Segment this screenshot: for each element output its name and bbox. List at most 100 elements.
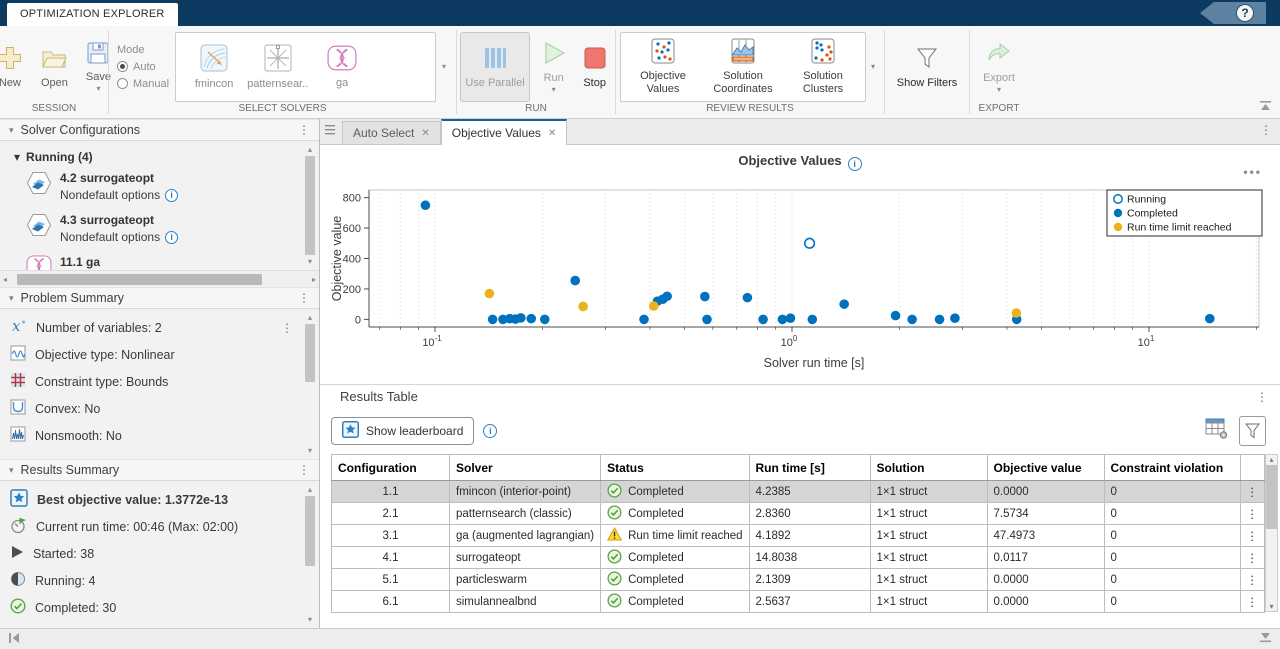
solver-config-item[interactable]: 4.2 surrogateopt Nondefault options i (14, 167, 319, 209)
doc-tab-auto-select[interactable]: Auto Select✕ (342, 121, 441, 144)
table-row[interactable]: 6.1simulannealbnd Completed 2.56371×1 st… (332, 591, 1265, 613)
options-info-icon[interactable]: i (165, 231, 178, 244)
solver-config-item[interactable]: 4.3 surrogateopt Nondefault options i (14, 209, 319, 251)
solver-gallery: fminconpatternsear...ga (175, 32, 436, 102)
solution-clusters-button[interactable]: SolutionClusters (783, 38, 863, 96)
objective-values-button[interactable]: ObjectiveValues (623, 38, 703, 96)
row-menu-icon[interactable]: ⋮ (1240, 569, 1265, 591)
review-gallery-dropdown[interactable]: ▾ (866, 32, 880, 102)
collapse-ribbon-button[interactable] (1259, 100, 1272, 114)
mode-auto-radio[interactable]: Auto (117, 61, 169, 73)
solver-ga[interactable]: ga (310, 45, 374, 89)
table-row[interactable]: 3.1ga (augmented lagrangian) Run time li… (332, 525, 1265, 547)
close-tab-icon[interactable]: ✕ (421, 128, 429, 139)
options-info-icon[interactable]: i (165, 189, 178, 202)
column-header-objective-value[interactable]: Objective value (987, 455, 1104, 481)
run-dropdown-arrow[interactable]: ▾ (552, 87, 556, 93)
results-table-menu-icon[interactable]: ⋮ (1256, 392, 1268, 402)
stop-button[interactable]: Stop (578, 42, 612, 92)
column-header-solver[interactable]: Solver (450, 455, 601, 481)
export-label: EXPORT (970, 103, 1028, 118)
chart-svg[interactable]: 020040060080010-1100101Solver run time [… (329, 157, 1279, 384)
solver-configurations-panel: ▾Running (4) 4.2 surrogateopt Nondefault… (0, 141, 319, 287)
problem-summary-vscrollbar[interactable]: ▴▾ (303, 313, 317, 455)
nonsmooth-icon (10, 426, 26, 445)
row-menu-icon[interactable]: ⋮ (1240, 481, 1265, 503)
problem-summary-item[interactable]: Objective type: Nonlinear (0, 341, 319, 368)
use-parallel-icon (482, 45, 508, 74)
solver-gallery-dropdown[interactable]: ▾ (436, 32, 452, 102)
export-dropdown-arrow[interactable]: ▾ (997, 87, 1001, 93)
export-button[interactable]: Export ▾ (978, 37, 1020, 96)
mode-manual-radio[interactable]: Manual (117, 78, 169, 90)
results-summary-vscrollbar[interactable]: ▴▾ (303, 485, 317, 624)
solver-config-vscrollbar[interactable]: ▴▾ (303, 145, 317, 266)
radio-unselected-icon (117, 78, 128, 89)
solution-coordinates-button[interactable]: SolutionCoordinates (703, 38, 783, 96)
collapse-caret-icon[interactable]: ▾ (9, 465, 14, 476)
stop-icon (583, 45, 607, 74)
titlebar: OPTIMIZATION EXPLORER ? (0, 0, 1280, 26)
solver-fmincon[interactable]: fmincon (182, 44, 246, 90)
results-summary-item: Started: 38 (0, 540, 319, 567)
solver-config-hscrollbar[interactable]: ◂▸ (0, 270, 319, 287)
row-menu-icon[interactable]: ⋮ (1240, 591, 1265, 613)
tabbar-menu-icon[interactable]: ⋮ (1260, 125, 1272, 135)
results-table-header[interactable]: Results Table ⋮ (320, 384, 1280, 408)
collapse-caret-icon[interactable]: ▾ (9, 293, 14, 304)
solver-configurations-header[interactable]: ▾ Solver Configurations ⋮ (0, 119, 319, 141)
results-summary-menu-icon[interactable]: ⋮ (298, 465, 310, 475)
column-header-status[interactable]: Status (601, 455, 749, 481)
solver-config-item[interactable]: 11.1 ga (14, 251, 319, 270)
row-menu-icon[interactable]: ⋮ (1240, 525, 1265, 547)
solver-configurations-menu-icon[interactable]: ⋮ (298, 125, 310, 135)
new-button[interactable]: New (0, 42, 28, 92)
problem-summary-item[interactable]: Constraint type: Bounds (0, 368, 319, 395)
run-button[interactable]: Run ▾ (536, 37, 572, 96)
objective-type-icon (10, 345, 26, 364)
show-filters-button[interactable]: Show Filters (892, 42, 963, 92)
problem-summary-item[interactable]: Nonsmooth: No (0, 422, 319, 449)
row-menu-icon[interactable]: ⋮ (1240, 547, 1265, 569)
running-group[interactable]: ▾Running (4) (14, 147, 319, 167)
results-table[interactable]: ConfigurationSolverStatusRun time [s]Sol… (331, 454, 1265, 613)
show-leaderboard-button[interactable]: Show leaderboard (331, 417, 474, 445)
tab-list-icon[interactable] (324, 124, 340, 139)
svg-text:0: 0 (355, 314, 361, 326)
review-results-gallery: ObjectiveValuesSolutionCoordinatesSoluti… (620, 32, 866, 102)
problem-summary-item[interactable]: Convex: No (0, 395, 319, 422)
table-row[interactable]: 4.1surrogateopt Completed 14.80381×1 str… (332, 547, 1265, 569)
doc-tab-objective-values[interactable]: Objective Values✕ (441, 119, 568, 145)
item-menu-icon[interactable]: ⋮ (281, 323, 293, 333)
collapse-sidebar-icon[interactable] (8, 632, 21, 647)
close-tab-icon[interactable]: ✕ (548, 128, 556, 139)
table-row[interactable]: 5.1particleswarm Completed 2.13091×1 str… (332, 569, 1265, 591)
collapse-caret-icon[interactable]: ▾ (9, 125, 14, 136)
problem-summary-menu-icon[interactable]: ⋮ (298, 293, 310, 303)
collapse-bottom-panel-icon[interactable] (1259, 632, 1272, 646)
save-dropdown-arrow[interactable]: ▾ (96, 86, 100, 92)
table-row[interactable]: 2.1patternsearch (classic) Completed 2.8… (332, 503, 1265, 525)
column-header-run-time-s-[interactable]: Run time [s] (749, 455, 870, 481)
row-menu-icon[interactable]: ⋮ (1240, 503, 1265, 525)
leaderboard-info-icon[interactable]: i (483, 424, 497, 438)
column-header-solution[interactable]: Solution (870, 455, 987, 481)
app-tab-optimization-explorer[interactable]: OPTIMIZATION EXPLORER (7, 3, 178, 26)
radio-selected-icon (117, 61, 128, 72)
column-header-configuration[interactable]: Configuration (332, 455, 450, 481)
help-button[interactable]: ? (1200, 2, 1266, 24)
problem-summary-item[interactable]: xNumber of variables: 2⋮ (0, 314, 319, 341)
table-row[interactable]: 1.1fmincon (interior-point) Completed 4.… (332, 481, 1265, 503)
column-header-constraint-violation[interactable]: Constraint violation (1104, 455, 1240, 481)
problem-summary-header[interactable]: ▾ Problem Summary ⋮ (0, 287, 319, 309)
use-parallel-toggle[interactable]: Use Parallel (460, 32, 529, 102)
table-columns-settings-icon[interactable] (1205, 418, 1229, 443)
solver-patternsear[interactable]: patternsear... (246, 44, 310, 90)
completed-status-icon (607, 505, 622, 523)
results-summary-header[interactable]: ▾ Results Summary ⋮ (0, 459, 319, 481)
table-vscrollbar[interactable]: ▴▾ (1265, 454, 1278, 612)
completed-status-icon (607, 483, 622, 501)
table-filter-button[interactable] (1239, 416, 1266, 446)
collapse-caret-icon[interactable]: ▾ (14, 150, 20, 164)
open-button[interactable]: Open (36, 42, 73, 92)
